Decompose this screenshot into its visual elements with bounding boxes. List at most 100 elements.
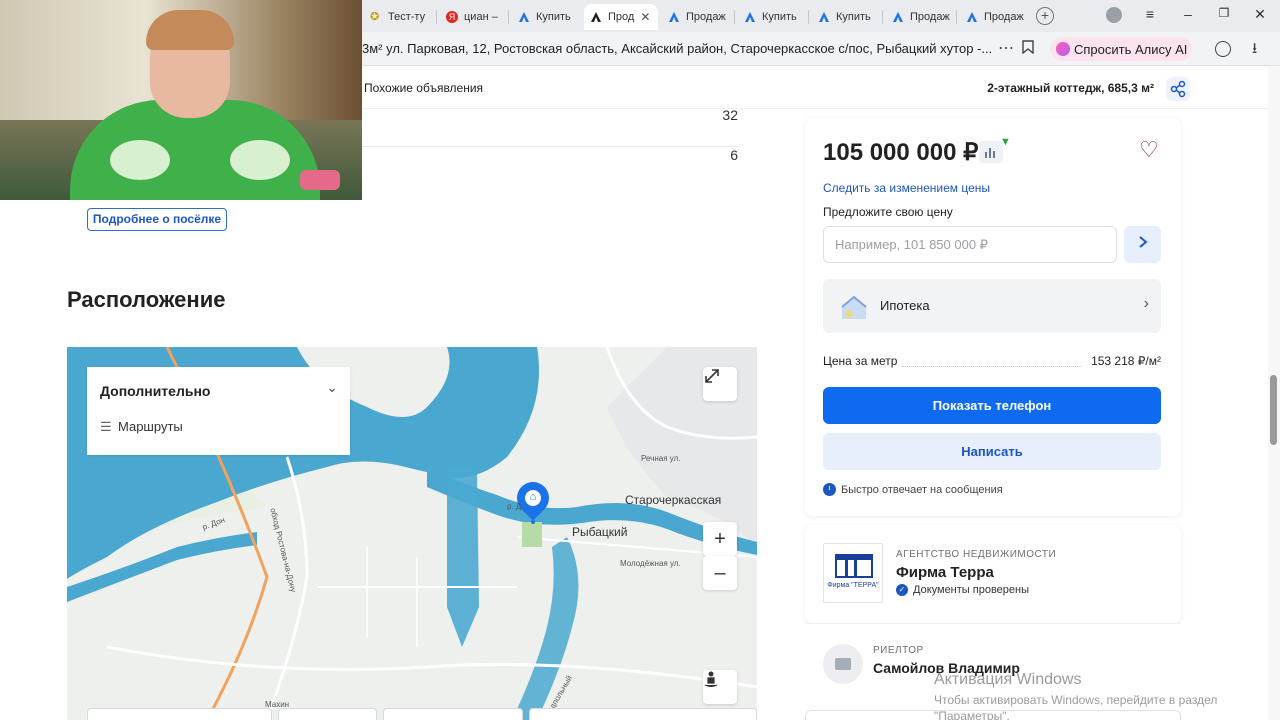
table-row-value: 32: [722, 107, 738, 123]
zoom-out-button[interactable]: –: [703, 556, 737, 590]
tab-label: Тест-ту: [388, 11, 426, 23]
map-label-starocherkasskaya: Старочеркасская: [625, 493, 722, 507]
similar-listings-link[interactable]: Похожие объявления: [364, 81, 483, 95]
chevron-right-icon: ›: [1143, 295, 1149, 312]
map-tab[interactable]: [529, 708, 757, 720]
routes-button[interactable]: ☰ Маршруты: [100, 419, 183, 435]
verified-check-icon: ✓: [896, 584, 908, 596]
clock-icon: [823, 483, 836, 496]
map-label-don-2: р. Д: [507, 502, 522, 511]
offer-submit-button[interactable]: [1124, 226, 1161, 263]
fullscreen-button[interactable]: [703, 367, 737, 401]
tab-label: Купить: [536, 11, 571, 23]
table-row: 32: [362, 107, 738, 147]
scrollbar-thumb[interactable]: [1270, 375, 1277, 445]
map-label-rybatsky: Рыбацкий: [572, 525, 628, 539]
tab-label: Купить: [836, 11, 871, 23]
agency-card[interactable]: Фирма "ТЕРРА" АГЕНТСТВО НЕДВИЖИМОСТИ Фир…: [805, 525, 1181, 623]
expand-icon: [705, 369, 719, 383]
windows-activation-title: Активация Windows: [934, 671, 1082, 688]
ask-alice-button[interactable]: Спросить Алису AI: [1050, 37, 1192, 61]
close-window-icon[interactable]: ✕: [1250, 6, 1270, 23]
download-icon[interactable]: ⭳: [1252, 38, 1257, 63]
chevron-down-icon[interactable]: ⌄: [326, 379, 338, 396]
realtor-type: РИЕЛТОР: [873, 645, 924, 656]
person-icon: [704, 671, 718, 688]
street-view-button[interactable]: [703, 670, 737, 704]
mortgage-button[interactable]: Ипотека ›: [823, 279, 1161, 333]
write-message-button[interactable]: Написать: [823, 433, 1161, 470]
agency-logo-text: Фирма "ТЕРРА": [827, 582, 879, 589]
table-row-value: 6: [730, 147, 738, 163]
more-icon[interactable]: ⋯: [998, 38, 1014, 58]
tab-0[interactable]: ✪ Тест-ту: [364, 4, 434, 30]
tab-6[interactable]: Купить: [812, 4, 880, 30]
fast-reply-text: Быстро отвечает на сообщения: [841, 483, 1003, 496]
map[interactable]: Дополнительно ⌄ ☰ Маршруты + – ⌂ Старочер…: [67, 347, 757, 720]
documents-verified-text: Документы проверены: [913, 584, 1030, 596]
documents-verified: ✓ Документы проверены: [896, 584, 1029, 596]
tab-separator: [956, 10, 957, 24]
agency-name[interactable]: Фирма Терра: [896, 564, 994, 581]
tab-1[interactable]: Я циан –: [440, 4, 504, 30]
play-icon[interactable]: [1215, 41, 1231, 57]
bookmark-icon[interactable]: [1022, 40, 1034, 57]
price-down-arrow-icon: ▼: [1000, 136, 1011, 148]
minimize-icon[interactable]: –: [1178, 6, 1198, 22]
realty-icon: [745, 12, 755, 22]
tab-2[interactable]: Купить: [512, 4, 580, 30]
star-icon: ✪: [370, 11, 380, 23]
url-text[interactable]: 3м² ул. Парковая, 12, Ростовская область…: [362, 41, 992, 56]
realty-icon: [591, 12, 601, 22]
zoom-in-button[interactable]: +: [703, 522, 737, 556]
tab-separator: [734, 10, 735, 24]
realty-icon: [819, 12, 829, 22]
tab-4[interactable]: Продаж: [662, 4, 730, 30]
tab-5[interactable]: Купить: [738, 4, 806, 30]
tab-8[interactable]: Продаж: [960, 4, 1028, 30]
tab-label: Продаж: [686, 11, 726, 23]
windows-activation-line2: "Параметры".: [934, 709, 1010, 720]
tab-separator: [808, 10, 809, 24]
map-label-molodezhnaya: Молодёжная ул.: [620, 559, 681, 568]
routes-icon: ☰: [100, 419, 112, 434]
webcam-overlay: [0, 0, 362, 200]
agency-type: АГЕНТСТВО НЕДВИЖИМОСТИ: [896, 549, 1057, 560]
windows-activation-line1: Чтобы активировать Windows, перейдите в …: [934, 693, 1218, 707]
tab-separator: [882, 10, 883, 24]
table-row: 6: [362, 147, 738, 187]
share-button[interactable]: [1166, 77, 1190, 101]
tab-7[interactable]: Продаж: [886, 4, 954, 30]
realtor-avatar: [823, 644, 863, 684]
map-options-panel: Дополнительно ⌄ ☰ Маршруты: [87, 367, 350, 455]
tab-label: Прод: [608, 11, 635, 23]
map-label-rechnaya: Речная ул.: [641, 454, 681, 463]
menu-icon[interactable]: ≡: [1140, 6, 1160, 22]
tab-label: Продаж: [984, 11, 1024, 23]
village-details-button[interactable]: Подробнее о посёлке: [87, 208, 227, 231]
tab-label: циан –: [464, 11, 498, 23]
map-options-title[interactable]: Дополнительно: [100, 383, 210, 399]
new-tab-button[interactable]: +: [1036, 7, 1054, 25]
location-dot: [531, 520, 535, 524]
restore-icon[interactable]: ❐: [1214, 6, 1234, 20]
offer-price-input[interactable]: [823, 226, 1117, 263]
mortgage-label: Ипотека: [880, 298, 930, 313]
alice-icon: [1056, 42, 1070, 56]
close-tab-icon[interactable]: ✕: [640, 10, 650, 24]
tab-3-active[interactable]: Прод ✕: [584, 4, 658, 30]
map-tab[interactable]: [383, 708, 523, 720]
map-tab[interactable]: [87, 708, 272, 720]
realty-icon: [519, 12, 529, 22]
price-value: 105 000 000 ₽: [823, 139, 979, 166]
favorite-heart-icon[interactable]: ♡: [1139, 137, 1159, 163]
price-card: 105 000 000 ₽ ▼ ♡ Следить за изменением …: [805, 118, 1181, 516]
tab-label: Купить: [762, 11, 797, 23]
tab-separator: [436, 10, 437, 24]
show-phone-button[interactable]: Показать телефон: [823, 387, 1161, 424]
realty-icon: [893, 12, 903, 22]
follow-price-link[interactable]: Следить за изменением цены: [823, 181, 990, 195]
profile-avatar-icon[interactable]: [1106, 7, 1122, 23]
routes-label: Маршруты: [118, 419, 183, 434]
map-tab[interactable]: [278, 708, 377, 720]
